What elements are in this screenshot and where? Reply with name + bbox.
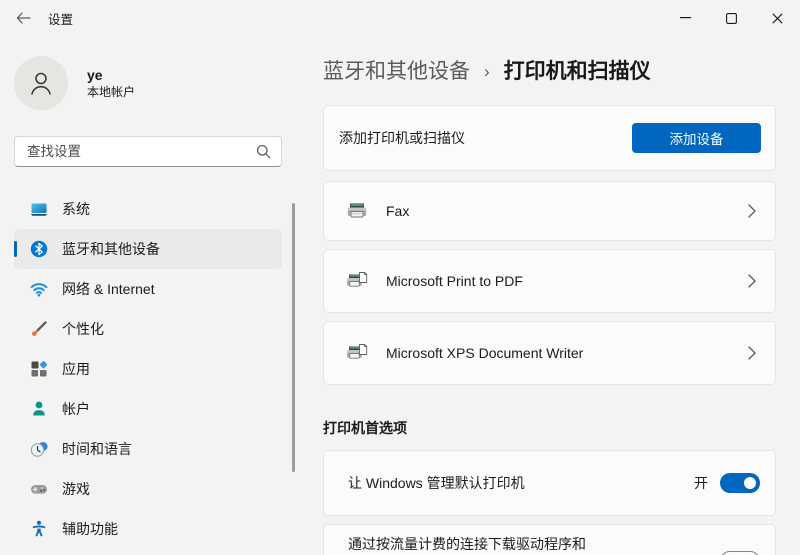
titlebar: 设置 xyxy=(0,0,800,36)
settings-window: { "window": { "title": "设置", "controls":… xyxy=(0,0,800,555)
user-name: ye xyxy=(87,66,135,84)
search-input[interactable] xyxy=(14,136,282,167)
maximize-icon xyxy=(726,13,737,24)
sidebar-nav: 系统 蓝牙和其他设备 xyxy=(0,189,300,549)
profile-text: ye 本地帐户 xyxy=(87,66,135,100)
sidebar-item-accounts[interactable]: 帐户 xyxy=(14,389,282,429)
search-box xyxy=(14,136,282,167)
sidebar-item-network-internet[interactable]: 网络 & Internet xyxy=(14,269,282,309)
breadcrumb-separator-icon: › xyxy=(484,57,490,87)
sidebar-item-label: 游戏 xyxy=(62,479,90,499)
toggle-knob xyxy=(744,477,756,489)
minimize-button[interactable] xyxy=(662,0,708,36)
close-button[interactable] xyxy=(754,0,800,36)
add-device-button[interactable]: 添加设备 xyxy=(632,123,761,153)
search-icon xyxy=(256,144,271,159)
sidebar-item-label: 时间和语言 xyxy=(62,439,132,459)
sidebar-item-label: 网络 & Internet xyxy=(62,279,155,299)
accounts-icon xyxy=(30,400,48,418)
add-printer-card: 添加打印机或扫描仪 添加设备 xyxy=(323,105,776,171)
add-printer-label: 添加打印机或扫描仪 xyxy=(339,128,632,148)
printer-preferences-heading: 打印机首选项 xyxy=(323,420,776,436)
network-icon xyxy=(30,280,48,298)
printer-name: Microsoft XPS Document Writer xyxy=(386,345,748,361)
system-icon xyxy=(30,200,48,218)
chevron-right-icon xyxy=(748,274,756,288)
printer-icon xyxy=(346,201,368,221)
sidebar-item-apps[interactable]: 应用 xyxy=(14,349,282,389)
sidebar: ye 本地帐户 系统 xyxy=(0,36,300,555)
window-title: 设置 xyxy=(48,9,73,28)
sidebar-item-bluetooth-devices[interactable]: 蓝牙和其他设备 xyxy=(14,229,282,269)
avatar xyxy=(14,56,68,110)
chevron-right-icon xyxy=(748,346,756,360)
window-controls xyxy=(662,0,800,36)
sidebar-item-gaming[interactable]: 游戏 xyxy=(14,469,282,509)
chevron-right-icon xyxy=(748,204,756,218)
account-type: 本地帐户 xyxy=(87,84,135,100)
main-content: 蓝牙和其他设备 › 打印机和扫描仪 添加打印机或扫描仪 添加设备 Fax xyxy=(300,36,800,555)
personalization-icon xyxy=(30,320,48,338)
page-title: 打印机和扫描仪 xyxy=(504,57,651,87)
printer-name: Fax xyxy=(386,203,748,219)
sidebar-item-label: 系统 xyxy=(62,199,90,219)
person-outline-icon xyxy=(26,68,56,98)
bluetooth-icon xyxy=(30,240,48,258)
apps-icon xyxy=(30,360,48,378)
gaming-icon xyxy=(30,480,48,498)
printer-name: Microsoft Print to PDF xyxy=(386,273,748,289)
sidebar-item-system[interactable]: 系统 xyxy=(14,189,282,229)
selection-indicator xyxy=(14,241,17,257)
back-arrow-icon xyxy=(16,12,31,24)
default-printer-toggle[interactable] xyxy=(720,473,760,493)
breadcrumb-parent[interactable]: 蓝牙和其他设备 xyxy=(323,57,470,87)
default-printer-toggle-card: 让 Windows 管理默认打印机 开 xyxy=(323,450,776,516)
printer-document-icon xyxy=(346,343,368,363)
user-profile[interactable]: ye 本地帐户 xyxy=(14,56,300,110)
sidebar-item-personalization[interactable]: 个性化 xyxy=(14,309,282,349)
accessibility-icon xyxy=(30,520,48,538)
default-printer-toggle-label: 让 Windows 管理默认打印机 xyxy=(348,473,694,493)
printer-row-print-to-pdf[interactable]: Microsoft Print to PDF xyxy=(323,249,776,313)
printer-row-xps-writer[interactable]: Microsoft XPS Document Writer xyxy=(323,321,776,385)
sidebar-item-label: 辅助功能 xyxy=(62,519,118,539)
time-language-icon xyxy=(30,440,48,458)
metered-connection-toggle[interactable] xyxy=(720,551,760,555)
sidebar-item-label: 帐户 xyxy=(62,399,90,419)
metered-connection-label: 通过按流量计费的连接下载驱动程序和 xyxy=(348,534,586,554)
back-button[interactable] xyxy=(6,5,40,31)
sidebar-item-label: 个性化 xyxy=(62,319,104,339)
sidebar-item-label: 应用 xyxy=(62,359,90,379)
metered-connection-card: 通过按流量计费的连接下载驱动程序和 xyxy=(323,524,776,555)
minimize-icon xyxy=(680,17,691,19)
sidebar-scrollbar[interactable] xyxy=(292,203,295,472)
sidebar-item-accessibility[interactable]: 辅助功能 xyxy=(14,509,282,549)
breadcrumb: 蓝牙和其他设备 › 打印机和扫描仪 xyxy=(323,57,776,87)
toggle-state-label: 开 xyxy=(694,473,708,493)
printer-document-icon xyxy=(346,271,368,291)
printer-row-fax[interactable]: Fax xyxy=(323,181,776,241)
sidebar-item-time-language[interactable]: 时间和语言 xyxy=(14,429,282,469)
close-icon xyxy=(772,13,783,24)
maximize-button[interactable] xyxy=(708,0,754,36)
sidebar-item-label: 蓝牙和其他设备 xyxy=(62,239,160,259)
